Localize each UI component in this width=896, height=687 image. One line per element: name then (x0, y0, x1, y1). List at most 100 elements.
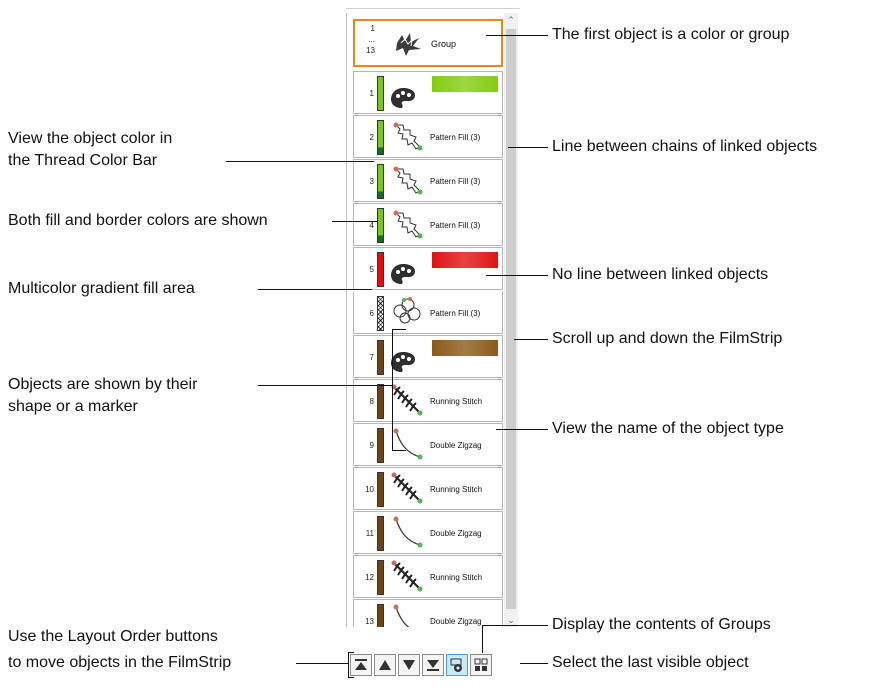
row-number: 7 (369, 352, 374, 362)
filmstrip-row[interactable]: 3 Pattern Fill (3) (353, 159, 503, 202)
thread-color-bar (377, 296, 384, 331)
filmstrip-row[interactable]: 4 Pattern Fill (3) (353, 203, 503, 246)
callout-line (520, 663, 548, 664)
object-type-label: Pattern Fill (3) (430, 220, 481, 230)
thread-color-bar (377, 384, 384, 419)
holly-leaf-icon (390, 207, 426, 248)
callout-groups: Display the contents of Groups (552, 616, 771, 633)
object-type-label: Double Zigzag (430, 528, 482, 538)
filmstrip-row[interactable]: 11 Double Zigzag (353, 511, 503, 554)
move-up-button[interactable] (374, 654, 396, 676)
scroll-thumb[interactable] (506, 29, 516, 609)
filmstrip-row[interactable]: 5 (353, 247, 503, 290)
object-type-label: Running Stitch (430, 396, 483, 406)
thread-color-bar (377, 252, 384, 287)
callout-shape-marker-line1: Objects are shown by their (8, 376, 198, 393)
thread-color-bar (377, 208, 384, 243)
object-type-label: Double Zigzag (430, 440, 482, 450)
thread-color-bar (377, 428, 384, 463)
filmstrip-row[interactable]: 13 Double Zigzag (353, 599, 503, 627)
filmstrip-row[interactable]: 7 (353, 335, 503, 378)
move-to-end-button[interactable] (422, 654, 444, 676)
curve-stem-icon (390, 515, 426, 554)
berries-icon (390, 295, 426, 330)
color-swatch (432, 252, 498, 268)
pine-sprig-icon (390, 559, 426, 598)
thread-color-bar (377, 472, 384, 507)
callout-bracket (392, 329, 406, 451)
callout-line (486, 275, 548, 276)
callout-line (486, 35, 548, 36)
row-number: 12 (365, 572, 374, 582)
callout-view-color-line2: the Thread Color Bar (8, 152, 158, 169)
callout-multicolor: Multicolor gradient fill area (8, 280, 195, 297)
callout-line (296, 663, 348, 664)
filmstrip-group-row[interactable]: 1 ... 13 Group (353, 19, 503, 67)
move-down-icon (403, 660, 415, 670)
thread-color-bar (377, 516, 384, 551)
filmstrip-row[interactable]: 12 Running Stitch (353, 555, 503, 598)
palette-icon (390, 86, 416, 115)
group-view-icon (450, 658, 462, 672)
callout-no-line: No line between linked objects (552, 266, 769, 283)
thread-color-bar (377, 164, 384, 199)
thread-color-bar (377, 76, 384, 111)
group-label: Group (431, 39, 457, 49)
callout-layout-order-line1: Use the Layout Order buttons (8, 628, 218, 645)
callout-view-color-line1: View the object color in (8, 130, 173, 147)
callout-line (514, 339, 548, 340)
holly-leaf-icon (390, 163, 426, 204)
filmstrip-row[interactable]: 9 Double Zigzag (353, 423, 503, 466)
callout-line (258, 289, 372, 290)
filmstrip-row[interactable]: 6 Pattern Fill (3) (353, 291, 503, 334)
move-to-start-button[interactable] (350, 654, 372, 676)
color-swatch (432, 340, 498, 356)
holly-leaf-icon (390, 119, 426, 160)
palette-icon (390, 262, 416, 291)
object-type-label: Running Stitch (430, 484, 483, 494)
row-number: 8 (369, 396, 374, 406)
thread-color-bar (377, 120, 384, 155)
filmstrip-scrollbar[interactable]: ⌃ ⌄ (504, 13, 518, 627)
move-down-button[interactable] (398, 654, 420, 676)
row-number: 1 (369, 88, 374, 98)
callout-line (258, 385, 392, 386)
thread-color-bar (377, 604, 384, 627)
move-up-icon (379, 660, 391, 670)
thread-color-bar (377, 340, 384, 375)
callout-line (226, 161, 374, 162)
move-to-end-icon (427, 660, 439, 671)
callout-line (496, 429, 548, 430)
row-number: 2 (369, 132, 374, 142)
row-number: 9 (369, 440, 374, 450)
display-groups-button[interactable] (446, 654, 468, 676)
group-range-end: 13 (366, 46, 375, 55)
filmstrip-row[interactable]: 1 (353, 71, 503, 114)
callout-layout-order-line2: to move objects in the FilmStrip (8, 654, 232, 671)
row-number: 3 (369, 176, 374, 186)
pine-sprig-icon (390, 471, 426, 510)
filmstrip-row[interactable]: 10 Running Stitch (353, 467, 503, 510)
object-type-label: Pattern Fill (3) (430, 132, 481, 142)
row-number: 5 (369, 264, 374, 274)
filmstrip-panel: 1 ... 13 Group 1 2 Pattern Fill (3) 3 Patter… (346, 8, 520, 631)
object-type-label: Running Stitch (430, 572, 483, 582)
row-number: 13 (365, 616, 374, 626)
select-last-visible-button[interactable] (470, 654, 492, 676)
filmstrip-list: 1 ... 13 Group 1 2 Pattern Fill (3) 3 Patter… (346, 13, 505, 627)
callout-line (508, 147, 548, 148)
row-number: 10 (365, 484, 374, 494)
row-number: 6 (369, 308, 374, 318)
callout-scroll: Scroll up and down the FilmStrip (552, 330, 783, 347)
callout-line (332, 221, 378, 222)
object-type-label: Double Zigzag (430, 616, 482, 626)
callout-object-type: View the name of the object type (552, 420, 784, 437)
callout-last-visible: Select the last visible object (552, 654, 749, 671)
callout-first-object: The first object is a color or group (552, 26, 790, 43)
object-type-label: Pattern Fill (3) (430, 176, 481, 186)
scroll-up-icon[interactable]: ⌃ (504, 13, 518, 27)
thread-color-bar (377, 560, 384, 595)
filmstrip-row[interactable]: 2 Pattern Fill (3) (353, 115, 503, 158)
color-swatch (432, 76, 498, 92)
group-range-ellipsis: ... (368, 35, 375, 44)
